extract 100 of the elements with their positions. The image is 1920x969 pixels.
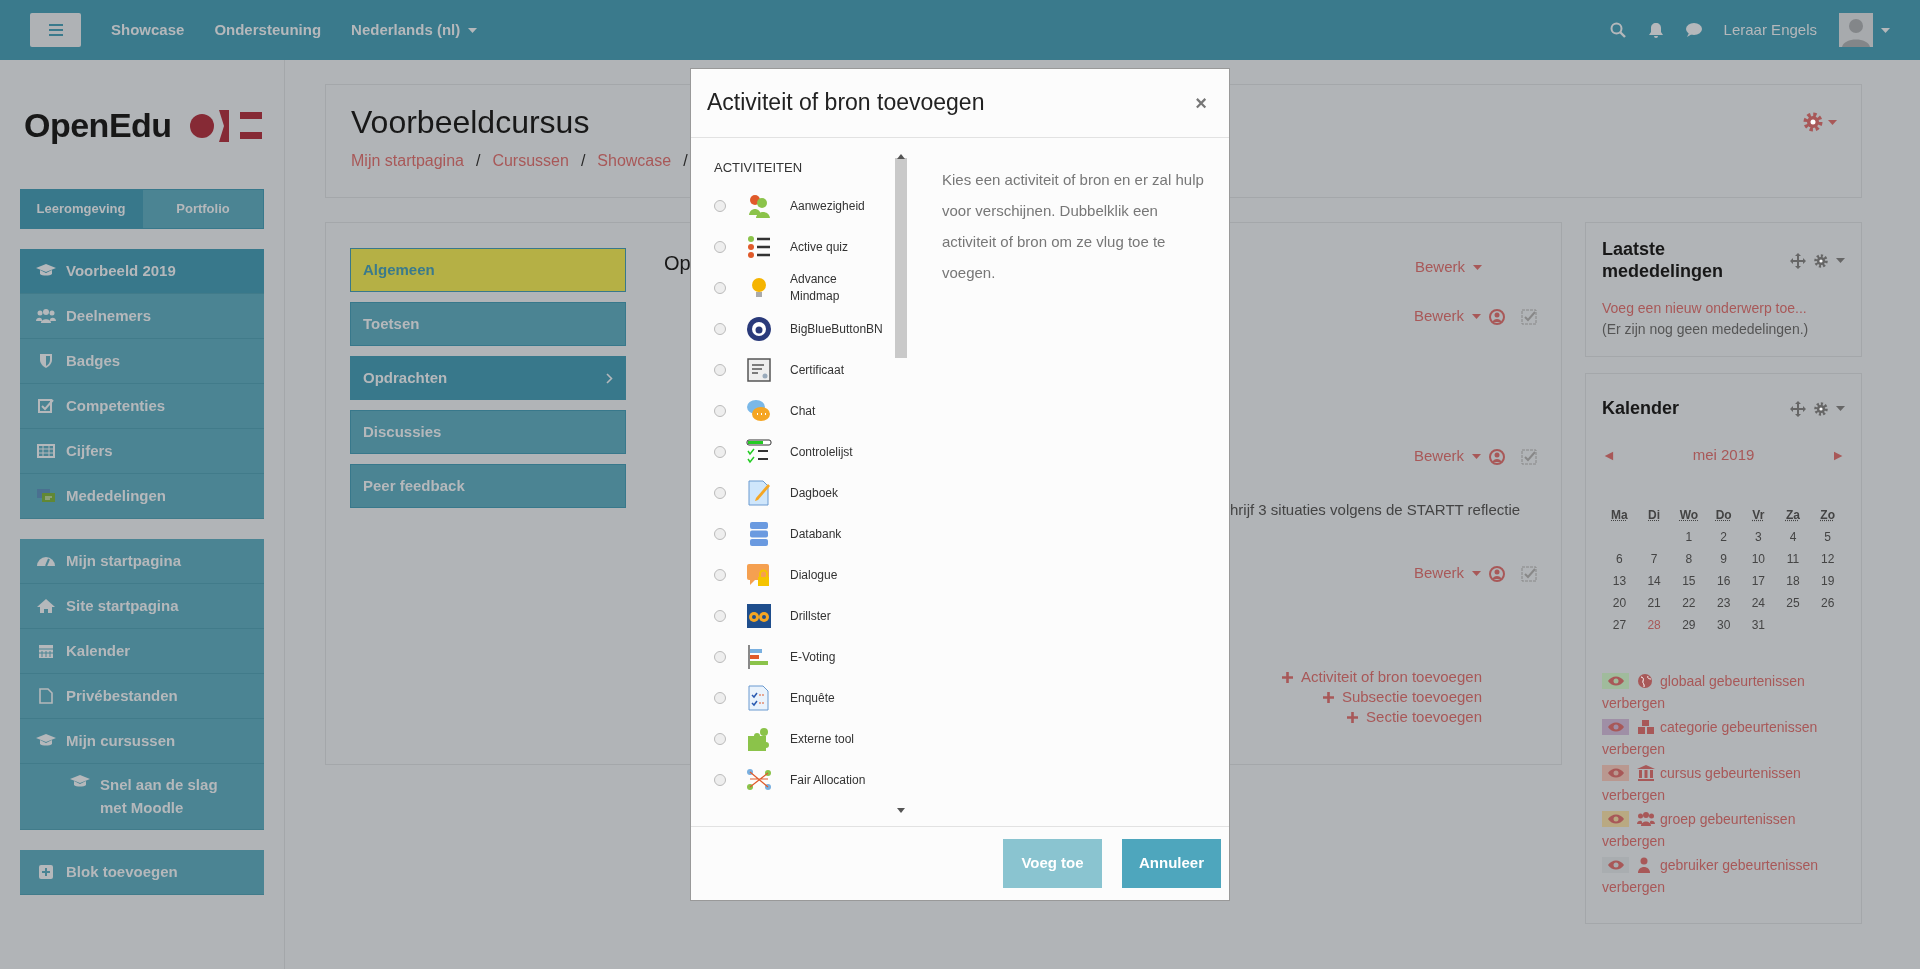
activity-option[interactable]: Enquête bbox=[714, 677, 914, 719]
radio-button[interactable] bbox=[714, 569, 726, 581]
color-swatch[interactable] bbox=[1602, 857, 1629, 874]
activity-option[interactable]: Active quiz bbox=[714, 226, 914, 268]
add-link[interactable]: Sectie toevoegen bbox=[1347, 707, 1482, 727]
color-swatch[interactable] bbox=[1602, 719, 1629, 736]
activity-option[interactable]: Fair Allocation bbox=[714, 759, 914, 801]
activity-option[interactable]: Dialogue bbox=[714, 554, 914, 596]
calendar-day[interactable]: 17 bbox=[1751, 574, 1766, 589]
user-menu[interactable]: Leraar Engels bbox=[1723, 18, 1817, 42]
calendar-day[interactable]: 9 bbox=[1720, 552, 1728, 567]
sidebar-item[interactable]: Voorbeeld 2019 bbox=[20, 249, 264, 294]
edit-menu[interactable]: Bewerk bbox=[1414, 256, 1482, 279]
edit-menu[interactable]: Bewerk bbox=[1413, 445, 1481, 468]
edit-menu[interactable]: Bewerk bbox=[1413, 305, 1481, 328]
gear-icon[interactable] bbox=[1814, 402, 1828, 416]
nav-link[interactable]: Nederlands (nl) bbox=[351, 18, 478, 42]
calendar-day[interactable]: 7 bbox=[1650, 552, 1658, 567]
menu-button[interactable] bbox=[30, 13, 81, 47]
bell-icon[interactable] bbox=[1647, 22, 1664, 38]
calendar-day[interactable]: 5 bbox=[1824, 530, 1831, 545]
color-swatch[interactable] bbox=[1602, 811, 1629, 828]
activity-option[interactable]: Dagboek bbox=[714, 472, 914, 514]
radio-button[interactable] bbox=[714, 241, 726, 253]
add-link[interactable]: Subsectie toevoegen bbox=[1322, 687, 1482, 707]
calendar-day[interactable]: 10 bbox=[1751, 552, 1766, 567]
calendar-day[interactable]: 18 bbox=[1786, 574, 1800, 589]
close-button[interactable]: × bbox=[1189, 87, 1213, 119]
activity-option[interactable]: Advance Mindmap bbox=[714, 267, 914, 309]
activity-option[interactable]: Chat bbox=[714, 390, 914, 432]
activity-option[interactable]: Certificaat bbox=[714, 349, 914, 391]
gear-icon[interactable] bbox=[1814, 253, 1828, 268]
activity-option[interactable]: Aanwezigheid bbox=[714, 185, 914, 227]
activity-option[interactable]: E-Voting bbox=[714, 636, 914, 678]
section-tab[interactable]: Opdrachten bbox=[350, 356, 626, 400]
calendar-day[interactable]: 30 bbox=[1717, 618, 1731, 633]
next-month-link[interactable]: ► bbox=[1831, 444, 1845, 466]
radio-button[interactable] bbox=[714, 282, 726, 294]
calendar-day[interactable]: 31 bbox=[1751, 618, 1766, 633]
nav-link[interactable]: Ondersteuning bbox=[214, 18, 322, 42]
user-icon[interactable] bbox=[1489, 449, 1505, 466]
radio-button[interactable] bbox=[714, 528, 726, 540]
scroll-up-icon[interactable] bbox=[897, 154, 905, 160]
calendar-day[interactable]: 21 bbox=[1647, 596, 1661, 611]
filter-toggle-link[interactable]: gebruiker gebeurtenissen verbergen bbox=[1602, 854, 1845, 899]
move-icon[interactable] bbox=[1790, 401, 1806, 417]
chat-icon[interactable] bbox=[1685, 22, 1702, 38]
edit-menu[interactable]: Bewerk bbox=[1413, 561, 1481, 585]
calendar-day[interactable]: 14 bbox=[1647, 574, 1661, 589]
calendar-day[interactable]: 11 bbox=[1786, 552, 1800, 567]
calendar-day[interactable]: 4 bbox=[1789, 530, 1797, 545]
calendar-day[interactable]: 3 bbox=[1755, 530, 1762, 545]
activity-option[interactable]: Controlelijst bbox=[714, 431, 914, 473]
calendar-day[interactable]: 28 bbox=[1647, 618, 1661, 633]
completion-checkbox-icon[interactable] bbox=[1521, 449, 1537, 466]
breadcrumb-link[interactable]: Mijn startpagina bbox=[351, 149, 464, 174]
calendar-day[interactable]: 15 bbox=[1682, 574, 1696, 589]
add-topic-link[interactable]: Voeg een nieuw onderwerp toe... bbox=[1602, 298, 1845, 320]
breadcrumb-link[interactable]: Showcase bbox=[597, 149, 672, 174]
calendar-day[interactable]: 29 bbox=[1682, 618, 1696, 633]
calendar-day[interactable]: 12 bbox=[1820, 552, 1835, 567]
radio-button[interactable] bbox=[714, 200, 726, 212]
calendar-day[interactable]: 8 bbox=[1685, 552, 1693, 567]
calendar-day[interactable]: 23 bbox=[1717, 596, 1731, 611]
color-swatch[interactable] bbox=[1602, 673, 1629, 690]
activity-option[interactable]: Databank bbox=[714, 513, 914, 555]
radio-button[interactable] bbox=[714, 733, 726, 745]
calendar-day[interactable]: 16 bbox=[1717, 574, 1731, 589]
calendar-day[interactable]: 6 bbox=[1616, 552, 1623, 567]
user-icon[interactable] bbox=[1489, 565, 1505, 582]
nav-link[interactable]: Showcase bbox=[111, 18, 185, 42]
breadcrumb-link[interactable]: Cursussen bbox=[492, 149, 569, 174]
color-swatch[interactable] bbox=[1602, 765, 1629, 782]
calendar-day[interactable]: 20 bbox=[1612, 596, 1627, 611]
radio-button[interactable] bbox=[714, 487, 726, 499]
radio-button[interactable] bbox=[714, 323, 726, 335]
add-link[interactable]: Activiteit of bron toevoegen bbox=[1282, 667, 1482, 687]
radio-button[interactable] bbox=[714, 692, 726, 704]
month-link[interactable]: mei 2019 bbox=[1692, 443, 1755, 467]
gear-icon[interactable] bbox=[1802, 111, 1824, 133]
activity-option[interactable]: BigBlueButtonBN bbox=[714, 308, 914, 350]
previous-month-link[interactable]: ◄ bbox=[1602, 444, 1616, 466]
scrollbar-thumb[interactable] bbox=[895, 158, 907, 358]
radio-button[interactable] bbox=[714, 446, 726, 458]
calendar-day[interactable]: 13 bbox=[1612, 574, 1627, 589]
calendar-day[interactable]: 1 bbox=[1685, 530, 1693, 545]
calendar-day[interactable]: 19 bbox=[1820, 574, 1835, 589]
calendar-day[interactable]: 27 bbox=[1612, 618, 1627, 633]
user-icon[interactable] bbox=[1489, 309, 1505, 326]
radio-button[interactable] bbox=[714, 364, 726, 376]
calendar-day[interactable]: 22 bbox=[1682, 596, 1696, 611]
completion-checkbox-icon[interactable] bbox=[1521, 309, 1537, 326]
avatar-icon[interactable] bbox=[1839, 13, 1873, 47]
radio-button[interactable] bbox=[714, 610, 726, 622]
completion-checkbox-icon[interactable] bbox=[1521, 565, 1537, 582]
activity-option[interactable]: Externe tool bbox=[714, 718, 914, 760]
scroll-down-icon[interactable] bbox=[897, 808, 905, 814]
radio-button[interactable] bbox=[714, 774, 726, 786]
calendar-day[interactable]: 26 bbox=[1820, 596, 1835, 611]
calendar-day[interactable]: 25 bbox=[1786, 596, 1800, 611]
